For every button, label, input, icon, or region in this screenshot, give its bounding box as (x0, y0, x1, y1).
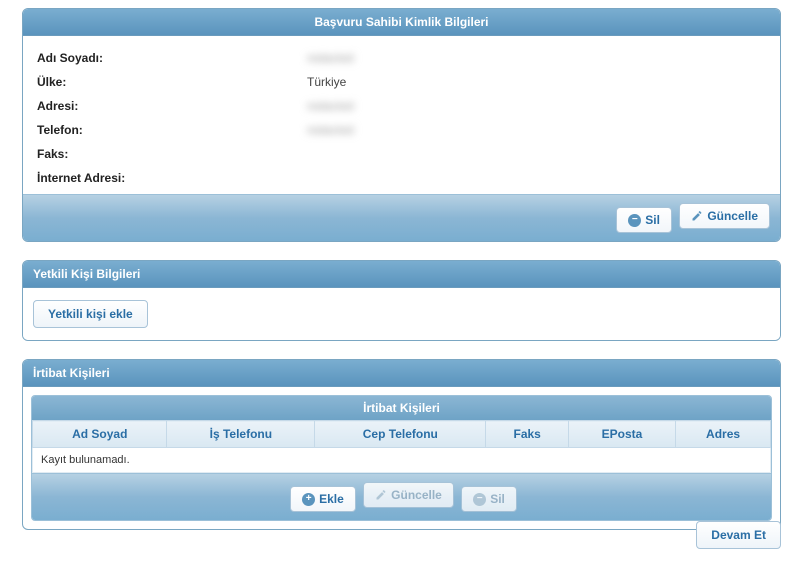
applicant-panel-footer: − Sil Güncelle (23, 194, 780, 241)
col-address[interactable]: Adres (676, 421, 771, 448)
empty-message: Kayıt bulunamadı. (33, 448, 771, 473)
contacts-panel: İrtibat Kişileri İrtibat Kişileri Ad Soy… (22, 359, 781, 530)
pencil-icon (691, 210, 703, 222)
update-contact-label: Güncelle (391, 488, 442, 502)
update-button-label: Güncelle (707, 209, 758, 223)
add-contact-label: Ekle (319, 492, 344, 506)
table-row: Kayıt bulunamadı. (33, 448, 771, 473)
add-authorized-button[interactable]: Yetkili kişi ekle (33, 300, 148, 328)
minus-icon: − (628, 214, 641, 227)
col-mobile[interactable]: Cep Telefonu (315, 421, 486, 448)
value-web (307, 171, 766, 185)
row-phone: Telefon: redacted (37, 118, 766, 142)
value-name: redacted (307, 51, 766, 65)
applicant-panel-body: Adı Soyadı: redacted Ülke: Türkiye Adres… (23, 36, 780, 194)
applicant-identity-panel: Başvuru Sahibi Kimlik Bilgileri Adı Soya… (22, 8, 781, 242)
continue-label: Devam Et (711, 528, 766, 542)
add-contact-button[interactable]: + Ekle (290, 486, 356, 512)
delete-contact-button[interactable]: − Sil (461, 486, 517, 512)
delete-button-label: Sil (645, 213, 660, 227)
row-fax: Faks: (37, 142, 766, 166)
minus-icon: − (473, 493, 486, 506)
table-header-row: Ad Soyad İş Telefonu Cep Telefonu Faks E… (33, 421, 771, 448)
row-address: Adresi: redacted (37, 94, 766, 118)
contacts-panel-title: İrtibat Kişileri (23, 360, 780, 387)
row-country: Ülke: Türkiye (37, 70, 766, 94)
page-footer: Devam Et (696, 521, 781, 549)
label-name: Adı Soyadı: (37, 51, 307, 65)
authorized-panel-title: Yetkili Kişi Bilgileri (23, 261, 780, 288)
value-country: Türkiye (307, 75, 766, 89)
applicant-panel-title: Başvuru Sahibi Kimlik Bilgileri (23, 9, 780, 36)
contacts-table: Ad Soyad İş Telefonu Cep Telefonu Faks E… (32, 420, 771, 473)
update-button[interactable]: Güncelle (679, 203, 770, 229)
value-address: redacted (307, 99, 766, 113)
label-address: Adresi: (37, 99, 307, 113)
update-contact-button[interactable]: Güncelle (363, 482, 454, 508)
value-fax (307, 147, 766, 161)
pencil-icon (375, 489, 387, 501)
plus-icon: + (302, 493, 315, 506)
label-fax: Faks: (37, 147, 307, 161)
contacts-inner-panel: İrtibat Kişileri Ad Soyad İş Telefonu Ce… (31, 395, 772, 521)
label-phone: Telefon: (37, 123, 307, 137)
col-email[interactable]: EPosta (568, 421, 675, 448)
col-fax[interactable]: Faks (486, 421, 568, 448)
row-name: Adı Soyadı: redacted (37, 46, 766, 70)
label-web: İnternet Adresi: (37, 171, 307, 185)
authorized-person-panel: Yetkili Kişi Bilgileri Yetkili kişi ekle (22, 260, 781, 341)
label-country: Ülke: (37, 75, 307, 89)
authorized-panel-body: Yetkili kişi ekle (23, 288, 780, 340)
col-name[interactable]: Ad Soyad (33, 421, 167, 448)
col-work[interactable]: İş Telefonu (167, 421, 315, 448)
contacts-inner-title: İrtibat Kişileri (32, 396, 771, 420)
delete-contact-label: Sil (490, 492, 505, 506)
add-authorized-label: Yetkili kişi ekle (48, 307, 133, 321)
delete-button[interactable]: − Sil (616, 207, 672, 233)
contacts-footer: + Ekle Güncelle − Sil (32, 473, 771, 520)
continue-button[interactable]: Devam Et (696, 521, 781, 549)
value-phone: redacted (307, 123, 766, 137)
row-web: İnternet Adresi: (37, 166, 766, 190)
